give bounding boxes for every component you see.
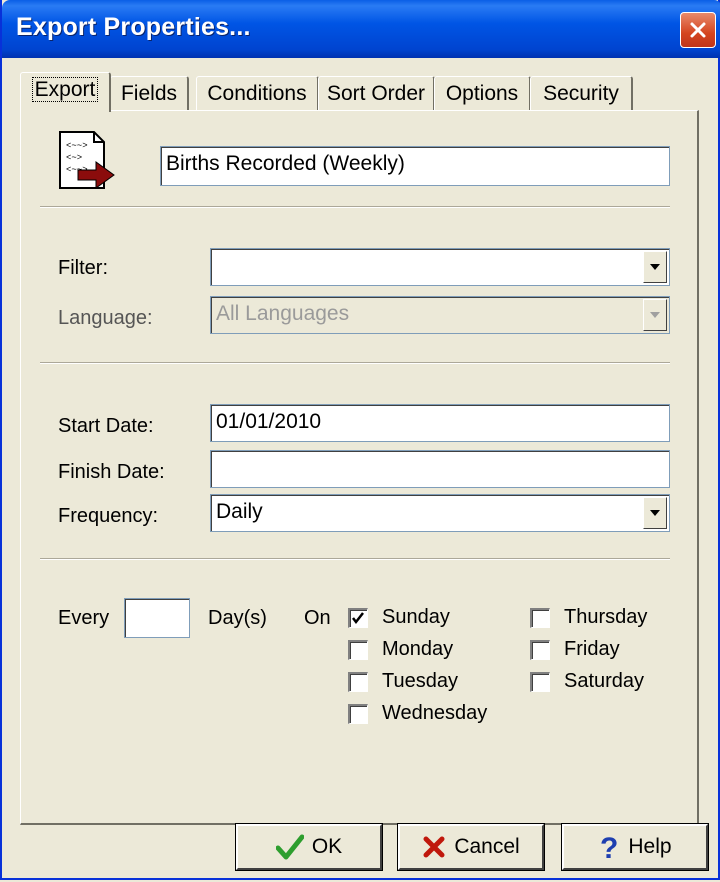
question-icon: ? xyxy=(600,832,618,862)
help-button[interactable]: ? Help xyxy=(561,823,709,871)
tab-options[interactable]: Options xyxy=(434,76,531,111)
separator xyxy=(40,362,670,364)
language-value: All Languages xyxy=(216,302,350,325)
separator xyxy=(40,206,670,208)
tab-sort-order[interactable]: Sort Order xyxy=(318,76,435,111)
finish-date-label: Finish Date: xyxy=(58,461,165,483)
wednesday-label: Wednesday xyxy=(382,702,488,724)
tuesday-checkbox[interactable] xyxy=(348,672,368,692)
saturday-checkbox[interactable] xyxy=(530,672,550,692)
every-label: Every xyxy=(58,607,110,629)
sunday-label: Sunday xyxy=(382,606,450,628)
every-unit-label: Day(s) xyxy=(208,607,267,629)
ok-button-label: OK xyxy=(311,835,343,858)
finish-date-input[interactable] xyxy=(210,450,670,488)
export-file-icon: <~~> <~> <~~> xyxy=(59,131,115,189)
friday-label: Friday xyxy=(564,638,620,660)
close-icon xyxy=(690,22,706,38)
window-title: Export Properties... xyxy=(16,13,251,41)
frequency-label: Frequency: xyxy=(58,505,159,527)
tab-export[interactable]: Export xyxy=(20,72,111,112)
chevron-down-icon xyxy=(650,264,660,270)
frequency-select[interactable]: Daily xyxy=(210,494,670,532)
monday-checkbox[interactable] xyxy=(348,640,368,660)
start-date-input[interactable]: 01/01/2010 xyxy=(210,404,670,442)
title-bar[interactable]: Export Properties... xyxy=(2,0,720,58)
cancel-button[interactable]: Cancel xyxy=(397,823,545,871)
frequency-dropdown-button[interactable] xyxy=(643,497,667,529)
language-label: Language: xyxy=(58,307,153,329)
x-icon xyxy=(423,836,445,858)
checkmark-icon xyxy=(352,612,364,625)
export-properties-dialog: Export Properties... Export Fields Condi… xyxy=(0,0,720,880)
export-name-input[interactable]: Births Recorded (Weekly) xyxy=(160,146,670,186)
filter-dropdown-button[interactable] xyxy=(643,251,667,283)
svg-text:<~~>: <~~> xyxy=(66,141,88,151)
monday-label: Monday xyxy=(382,638,454,660)
tuesday-label: Tuesday xyxy=(382,670,458,692)
sunday-checkbox[interactable] xyxy=(348,608,368,628)
thursday-checkbox[interactable] xyxy=(530,608,550,628)
svg-text:<~>: <~> xyxy=(66,153,82,163)
help-button-label: Help xyxy=(628,835,672,858)
start-date-label: Start Date: xyxy=(58,415,154,437)
ok-button[interactable]: OK xyxy=(235,823,383,871)
language-select[interactable]: All Languages xyxy=(210,296,670,334)
on-label: On xyxy=(304,607,331,629)
thursday-label: Thursday xyxy=(564,606,648,628)
tab-security[interactable]: Security xyxy=(530,76,633,111)
chevron-down-icon xyxy=(650,312,660,318)
chevron-down-icon xyxy=(650,510,660,516)
checkmark-icon xyxy=(275,834,304,860)
saturday-label: Saturday xyxy=(564,670,645,692)
close-button[interactable] xyxy=(680,12,716,48)
separator xyxy=(40,558,670,560)
frequency-value: Daily xyxy=(216,500,263,523)
cancel-button-label: Cancel xyxy=(454,835,520,858)
tab-conditions[interactable]: Conditions xyxy=(196,76,319,111)
friday-checkbox[interactable] xyxy=(530,640,550,660)
svg-text:?: ? xyxy=(600,832,618,862)
every-input[interactable] xyxy=(124,598,190,638)
filter-select[interactable] xyxy=(210,248,670,286)
wednesday-checkbox[interactable] xyxy=(348,704,368,724)
filter-label: Filter: xyxy=(58,257,108,279)
language-dropdown-button[interactable] xyxy=(643,299,667,331)
tab-fields[interactable]: Fields xyxy=(110,76,189,111)
